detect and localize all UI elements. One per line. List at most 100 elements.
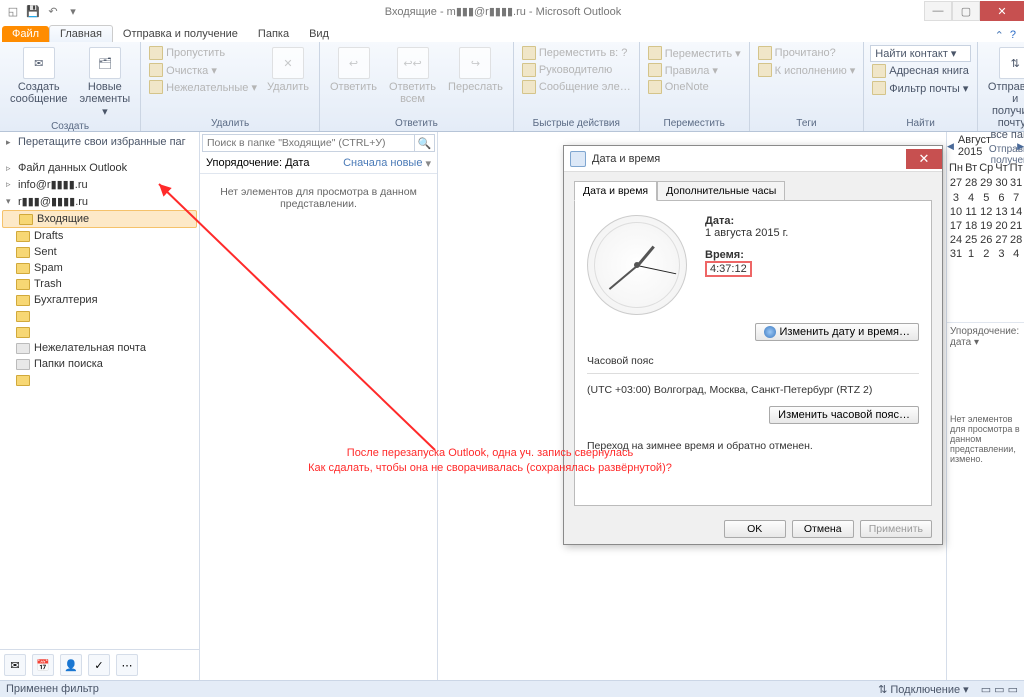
date-time-dialog: Дата и время ✕ Дата и время Дополнительн… [563,145,943,545]
find-contact-input[interactable]: Найти контакт ▾ [870,45,971,62]
tab-send-receive[interactable]: Отправка и получение [113,26,248,42]
minimize-ribbon-icon[interactable]: ⌃ [995,29,1004,42]
unread-button[interactable]: Прочитано? [756,45,858,61]
quick-access-toolbar: ◱ 💾 ↶ ▾ [0,2,82,20]
search-box: 🔍 [202,134,435,152]
calendar-header[interactable]: ◀Август 2015▶ [947,132,1024,160]
tab-home[interactable]: Главная [49,25,113,42]
window-controls: — ▢ ✕ [924,1,1024,21]
folder-blank-2[interactable] [0,324,199,340]
folder-search[interactable]: Папки поиска [0,356,199,372]
status-bar: Применен фильтр ⇅ Подключение ▾ ▭ ▭ ▭ [0,680,1024,697]
timezone-value: (UTC +03:00) Волгоград, Москва, Санкт-Пе… [587,384,919,396]
ok-button[interactable]: OK [724,520,786,538]
new-items-button[interactable]: 🗂Новые элементы ▾ [76,45,135,120]
todo-arrange[interactable]: Упорядочение: дата ▾ [947,322,1024,351]
group-create: ✉Создать сообщение 🗂Новые элементы ▾ Соз… [0,42,141,131]
tab-additional-clocks[interactable]: Дополнительные часы [657,181,785,201]
folder-blank-1[interactable] [0,308,199,324]
folder-spam[interactable]: Spam [0,260,199,276]
apply-button[interactable]: Применить [860,520,932,538]
timezone-label: Часовой пояс [587,355,919,367]
maximize-button[interactable]: ▢ [952,1,980,21]
group-label: Быстрые действия [533,117,620,130]
new-message-button[interactable]: ✉Создать сообщение [6,45,72,107]
group-quick-steps: Переместить в: ? Руководителю Сообщение … [514,42,640,131]
view-buttons[interactable]: ▭ ▭ ▭ [981,683,1018,696]
dialog-close-button[interactable]: ✕ [906,149,942,169]
send-receive-all-button[interactable]: ⇅Отправить и получить почту - все папки [984,45,1024,143]
rules-button[interactable]: Правила ▾ [646,62,743,78]
dst-note: Переход на зимнее время и обратно отмене… [587,440,919,452]
folder-blank-3[interactable] [0,372,199,388]
time-label: Время: [705,249,788,261]
group-label: Переместить [664,117,725,130]
move-to-button[interactable]: Переместить в: ? [520,45,633,61]
group-label: Найти [906,117,935,130]
junk-button[interactable]: Нежелательные ▾ [147,79,259,95]
to-manager-button[interactable]: Руководителю [520,62,633,78]
nav-switcher: ✉ 📅 👤 ✓ ⋯ [0,649,199,680]
follow-up-button[interactable]: К исполнению ▾ [756,62,858,78]
team-email-button[interactable]: Сообщение эле… [520,79,633,95]
group-label: Теги [796,117,816,130]
mini-calendar[interactable]: ПнВтСрЧтПтСбВс 272829303112 3456789 1011… [947,160,1024,262]
move-button[interactable]: Переместить ▾ [646,45,743,61]
status-connection: ⇅ Подключение ▾ [878,683,969,696]
delete-button[interactable]: ✕Удалить [263,45,313,95]
help-icon[interactable]: ? [1010,29,1016,42]
outlook-icon: ◱ [4,2,22,20]
minimize-button[interactable]: — [924,1,952,21]
reply-all-button[interactable]: ↩↩Ответить всем [385,45,440,107]
tab-date-time[interactable]: Дата и время [574,181,657,201]
mail-view-icon[interactable]: ✉ [4,654,26,676]
search-input[interactable] [203,135,414,151]
forward-button[interactable]: ↪Переслать [444,45,507,95]
calendar-view-icon[interactable]: 📅 [32,654,54,676]
change-timezone-button[interactable]: Изменить часовой пояс… [769,406,919,424]
dialog-icon [570,151,586,167]
folder-drafts[interactable]: Drafts [0,228,199,244]
group-find: Найти контакт ▾ Адресная книга Фильтр по… [864,42,978,131]
tasks-view-icon[interactable]: ✓ [88,654,110,676]
cleanup-button[interactable]: Очистка ▾ [147,62,259,78]
favorites-header[interactable]: ▸Перетащите свои избранные паг [0,132,199,152]
tab-folder[interactable]: Папка [248,26,299,42]
todo-bar: ◀Август 2015▶ ПнВтСрЧтПтСбВс 27282930311… [946,132,1024,680]
save-icon[interactable]: 💾 [24,2,42,20]
cancel-button[interactable]: Отмена [792,520,854,538]
folder-accounting[interactable]: Бухгалтерия [0,292,199,308]
close-button[interactable]: ✕ [980,1,1024,21]
undo-icon[interactable]: ↶ [44,2,62,20]
more-views-icon[interactable]: ⋯ [116,654,138,676]
folder-trash[interactable]: Trash [0,276,199,292]
tab-file[interactable]: Файл [2,26,49,42]
contacts-view-icon[interactable]: 👤 [60,654,82,676]
data-file-node[interactable]: ▹Файл данных Outlook [0,160,199,176]
tab-view[interactable]: Вид [299,26,339,42]
address-book-button[interactable]: Адресная книга [870,63,971,79]
account-1-node[interactable]: ▹info@r▮▮▮▮.ru [0,176,199,193]
title-bar: ◱ 💾 ↶ ▾ Входящие - m▮▮▮@r▮▮▮▮.ru - Micro… [0,0,1024,22]
onenote-button[interactable]: OneNote [646,79,743,95]
change-date-time-button[interactable]: Изменить дату и время… [755,323,920,341]
group-send-receive: ⇅Отправить и получить почту - все папки … [978,42,1024,131]
qat-more-icon[interactable]: ▾ [64,2,82,20]
dialog-panel: Дата: 1 августа 2015 г. Время: 4:37:12 И… [574,200,932,506]
folder-sent[interactable]: Sent [0,244,199,260]
arrange-by-bar[interactable]: Упорядочение: Дата Сначала новые ▾ [200,154,437,174]
ignore-button[interactable]: Пропустить [147,45,259,61]
group-tags: Прочитано? К исполнению ▾ Теги [750,42,865,131]
group-move: Переместить ▾ Правила ▾ OneNote Перемест… [640,42,750,131]
account-2-node[interactable]: ▾r▮▮▮@▮▮▮▮.ru [0,193,199,210]
reply-button[interactable]: ↩Ответить [326,45,381,95]
navigation-pane: ▸Перетащите свои избранные паг ▹Файл дан… [0,132,200,680]
time-value: 4:37:12 [705,261,752,277]
filter-email-button[interactable]: Фильтр почты ▾ [870,80,971,96]
dialog-tabs: Дата и время Дополнительные часы [574,180,932,200]
group-delete: Пропустить Очистка ▾ Нежелательные ▾ ✕Уд… [141,42,320,131]
folder-inbox[interactable]: Входящие [2,210,197,228]
search-icon[interactable]: 🔍 [414,135,434,151]
folder-junk[interactable]: Нежелательная почта [0,340,199,356]
window-title: Входящие - m▮▮▮@r▮▮▮▮.ru - Microsoft Out… [82,5,924,18]
